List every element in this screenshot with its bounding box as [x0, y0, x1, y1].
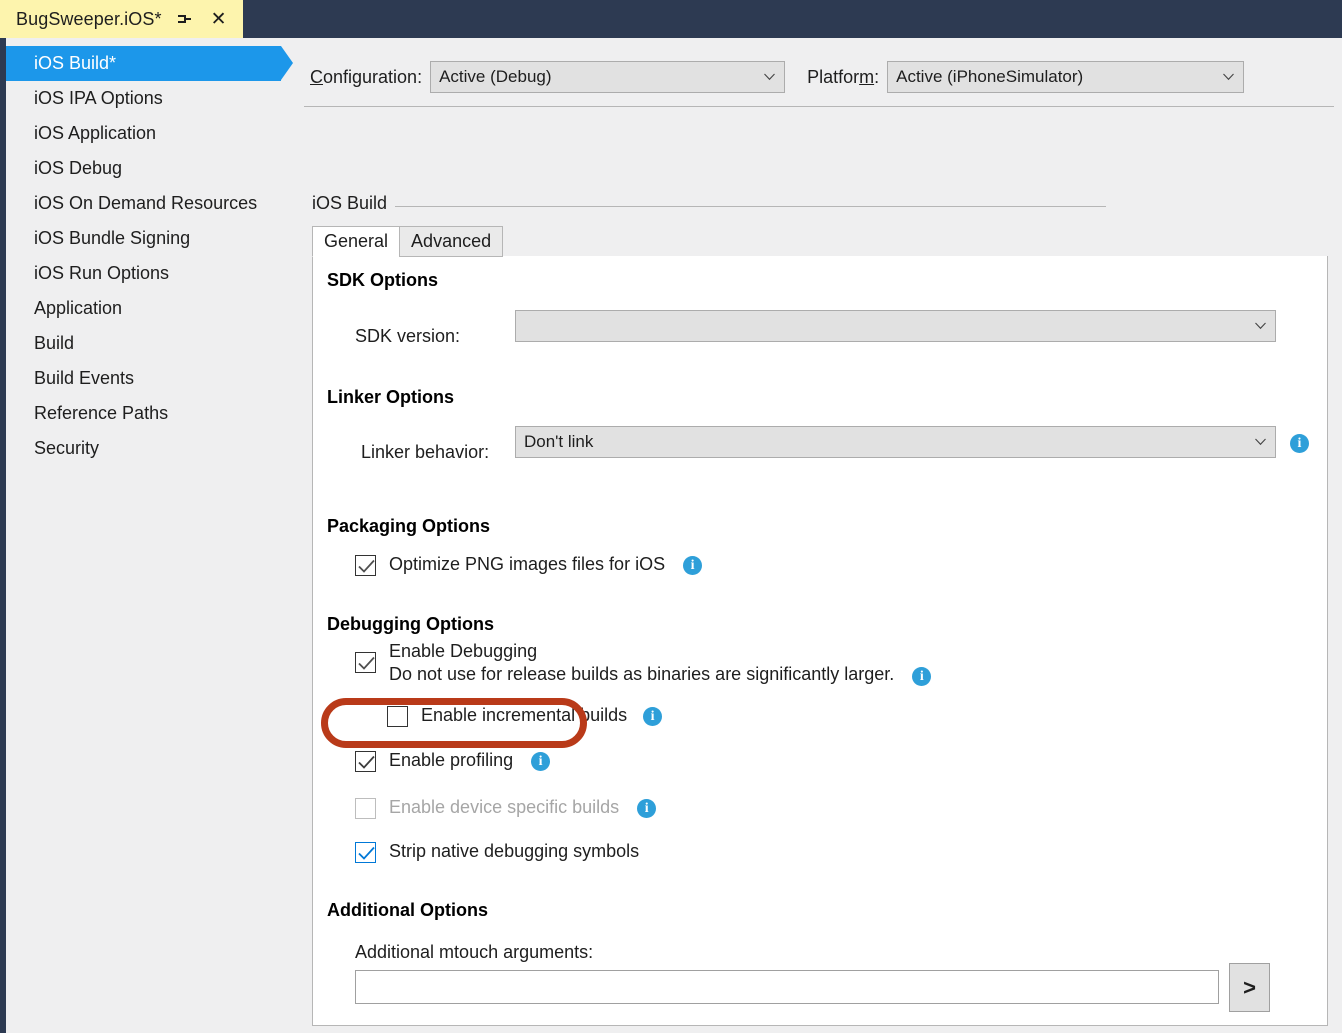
- tab-label: Advanced: [411, 231, 491, 252]
- enable-profiling-row[interactable]: Enable profiling i: [355, 749, 550, 772]
- sidebar-item-ios-ipa-options[interactable]: iOS IPA Options: [6, 81, 298, 116]
- enable-device-specific-builds-checkbox: [355, 798, 376, 819]
- enable-profiling-info-icon[interactable]: i: [531, 752, 550, 771]
- sidebar-item-label: Build: [34, 333, 74, 354]
- sidebar-item-label: iOS Debug: [34, 158, 122, 179]
- enable-debugging-text: Enable Debugging Do not use for release …: [389, 640, 894, 686]
- sidebar-item-label: iOS Build*: [34, 53, 116, 74]
- pin-icon[interactable]: [174, 8, 196, 30]
- platform-dropdown[interactable]: Active (iPhoneSimulator): [887, 61, 1244, 93]
- enable-device-specific-builds-row: Enable device specific builds i: [355, 796, 656, 819]
- optimize-png-checkbox[interactable]: [355, 555, 376, 576]
- properties-content: Configuration: Active (Debug) Platform: …: [298, 38, 1342, 1033]
- sidebar-item-label: iOS Run Options: [34, 263, 169, 284]
- section-heading-debugging-options: Debugging Options: [327, 614, 494, 635]
- optimize-png-row[interactable]: Optimize PNG images files for iOS i: [355, 553, 702, 576]
- linker-behavior-info-icon[interactable]: i: [1290, 434, 1309, 453]
- configuration-dropdown[interactable]: Active (Debug): [430, 61, 785, 93]
- optimize-png-info-icon[interactable]: i: [683, 556, 702, 575]
- sidebar-item-label: Security: [34, 438, 99, 459]
- sdk-version-dropdown[interactable]: [515, 310, 1276, 342]
- mtouch-arguments-input[interactable]: [355, 970, 1219, 1004]
- tab-strip: General Advanced: [312, 226, 1328, 257]
- sidebar-item-build-events[interactable]: Build Events: [6, 361, 298, 396]
- sidebar-item-label: iOS Application: [34, 123, 156, 144]
- toolbar-divider: [304, 106, 1334, 107]
- enable-device-specific-builds-info-icon[interactable]: i: [637, 799, 656, 818]
- enable-incremental-builds-checkbox[interactable]: [387, 706, 408, 727]
- sidebar-item-label: Application: [34, 298, 122, 319]
- section-heading-sdk-options: SDK Options: [327, 270, 438, 291]
- sidebar-item-label: Build Events: [34, 368, 134, 389]
- enable-incremental-builds-info-icon[interactable]: i: [643, 707, 662, 726]
- enable-debugging-checkbox[interactable]: [355, 652, 376, 673]
- chevron-down-icon: [764, 74, 775, 81]
- enable-profiling-checkbox[interactable]: [355, 751, 376, 772]
- enable-debugging-row[interactable]: Enable Debugging Do not use for release …: [355, 640, 931, 686]
- sdk-version-label: SDK version:: [355, 326, 460, 347]
- sidebar-item-reference-paths[interactable]: Reference Paths: [6, 396, 298, 431]
- tab-label: General: [324, 231, 388, 252]
- enable-device-specific-builds-label: Enable device specific builds: [389, 796, 619, 819]
- enable-incremental-builds-row[interactable]: Enable incremental builds i: [387, 704, 662, 727]
- sidebar-item-ios-run-options[interactable]: iOS Run Options: [6, 256, 298, 291]
- sidebar-item-label: iOS On Demand Resources: [34, 193, 257, 214]
- general-tab-panel: SDK Options SDK version: Linker Options …: [312, 256, 1328, 1026]
- linker-behavior-dropdown[interactable]: Don't link: [515, 426, 1276, 458]
- strip-native-debugging-symbols-row[interactable]: Strip native debugging symbols: [355, 840, 639, 863]
- sidebar-item-ios-application[interactable]: iOS Application: [6, 116, 298, 151]
- sidebar-item-ios-debug[interactable]: iOS Debug: [6, 151, 298, 186]
- linker-behavior-value: Don't link: [524, 432, 593, 452]
- enable-debugging-info-icon[interactable]: i: [912, 667, 931, 686]
- sidebar-item-label: iOS IPA Options: [34, 88, 163, 109]
- properties-window: BugSweeper.iOS* ✕ iOS Build* iOS IPA Opt…: [0, 0, 1342, 1033]
- sidebar-item-application[interactable]: Application: [6, 291, 298, 326]
- platform-value: Active (iPhoneSimulator): [896, 67, 1083, 87]
- groupbox-title: iOS Build: [312, 193, 395, 214]
- document-tab-title: BugSweeper.iOS*: [16, 9, 162, 30]
- strip-native-debugging-symbols-label: Strip native debugging symbols: [389, 840, 639, 863]
- section-heading-additional-options: Additional Options: [327, 900, 488, 921]
- tab-advanced[interactable]: Advanced: [399, 226, 503, 257]
- optimize-png-label: Optimize PNG images files for iOS: [389, 553, 665, 576]
- linker-behavior-label: Linker behavior:: [361, 442, 489, 463]
- strip-native-debugging-symbols-checkbox[interactable]: [355, 842, 376, 863]
- enable-debugging-description: Do not use for release builds as binarie…: [389, 663, 894, 686]
- configuration-label: Configuration:: [310, 67, 422, 88]
- enable-incremental-builds-label: Enable incremental builds: [421, 704, 627, 727]
- document-tab[interactable]: BugSweeper.iOS* ✕: [0, 0, 243, 38]
- sidebar-item-ios-on-demand-resources[interactable]: iOS On Demand Resources: [6, 186, 298, 221]
- sidebar-item-security[interactable]: Security: [6, 431, 298, 466]
- section-heading-linker-options: Linker Options: [327, 387, 454, 408]
- chevron-down-icon: [1255, 439, 1266, 446]
- sidebar-item-build[interactable]: Build: [6, 326, 298, 361]
- properties-sidebar: iOS Build* iOS IPA Options iOS Applicati…: [6, 38, 298, 1033]
- mtouch-arguments-browse-label: >: [1243, 975, 1256, 1001]
- enable-debugging-label: Enable Debugging: [389, 641, 537, 661]
- chevron-down-icon: [1255, 323, 1266, 330]
- close-icon[interactable]: ✕: [208, 8, 230, 30]
- section-heading-packaging-options: Packaging Options: [327, 516, 490, 537]
- sidebar-item-ios-build[interactable]: iOS Build*: [6, 46, 281, 81]
- enable-profiling-label: Enable profiling: [389, 749, 513, 772]
- groupbox-divider: [388, 206, 1106, 207]
- chevron-down-icon: [1223, 74, 1234, 81]
- sidebar-item-label: iOS Bundle Signing: [34, 228, 190, 249]
- tab-general[interactable]: General: [312, 226, 400, 257]
- sidebar-item-ios-bundle-signing[interactable]: iOS Bundle Signing: [6, 221, 298, 256]
- configuration-toolbar: Configuration: Active (Debug) Platform: …: [310, 58, 1330, 96]
- title-bar: BugSweeper.iOS* ✕: [0, 0, 1342, 38]
- sidebar-item-label: Reference Paths: [34, 403, 168, 424]
- mtouch-arguments-label: Additional mtouch arguments:: [355, 942, 593, 963]
- platform-label: Platform:: [807, 67, 879, 88]
- configuration-value: Active (Debug): [439, 67, 551, 87]
- mtouch-arguments-browse-button[interactable]: >: [1229, 963, 1270, 1012]
